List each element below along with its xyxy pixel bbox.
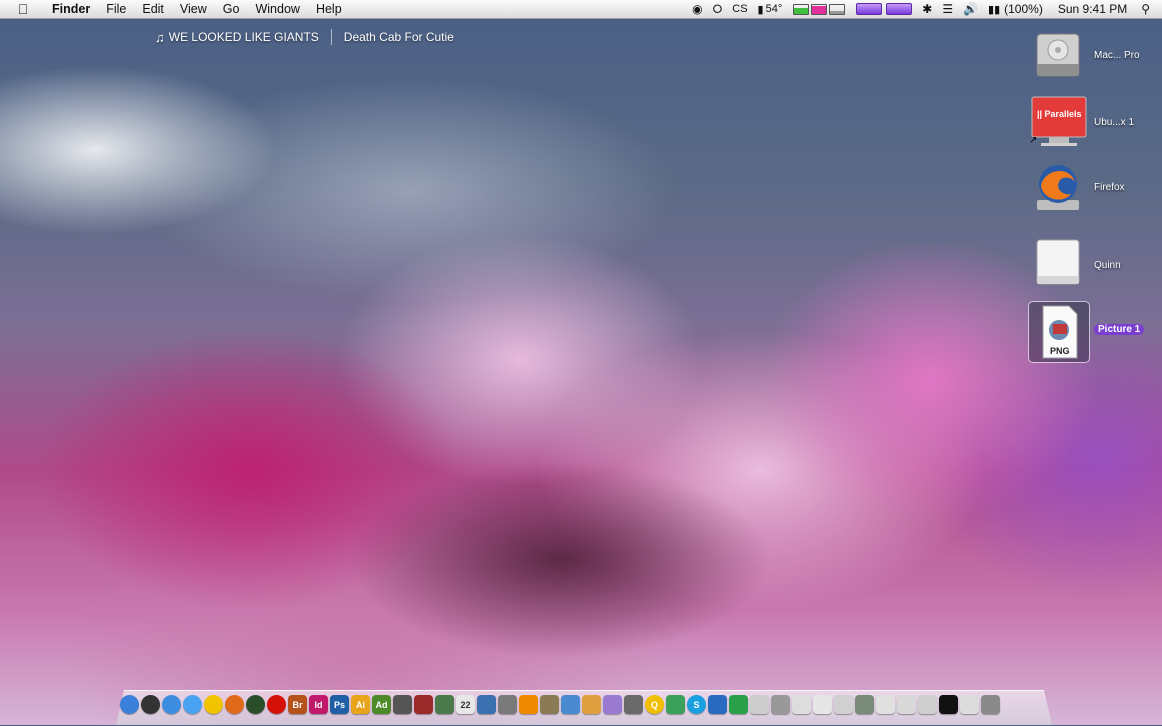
menu-finder[interactable]: Finder (44, 2, 98, 16)
menu-view[interactable]: View (172, 2, 215, 16)
menu-help[interactable]: Help (308, 2, 350, 16)
dock-safari-icon[interactable] (162, 695, 181, 714)
dock-minimized-5-icon[interactable] (876, 695, 895, 714)
cpu-meter[interactable] (787, 3, 851, 15)
music-note-icon: ♫ (155, 29, 165, 45)
dock-script-editor-icon[interactable] (498, 695, 517, 714)
status-area: ◉ ⭘ CS ▮ 54° ✱ ☰ 🔊 ▮▮ (100%) Sun 9:41 PM… (687, 0, 1162, 18)
memory-meter[interactable] (851, 3, 917, 15)
dock-app-32-icon[interactable] (771, 695, 790, 714)
dock-app-29-icon[interactable] (708, 695, 727, 714)
desktop-icon-firefox[interactable]: Firefox (1028, 160, 1158, 224)
dock-minimized-9-icon[interactable] (960, 695, 979, 714)
dock-adium-icon[interactable] (204, 695, 223, 714)
dock-app-31-icon[interactable] (750, 695, 769, 714)
lightning-icon[interactable]: ⭘ (708, 2, 728, 17)
parallels-icon: || Parallels ↗ (1029, 95, 1087, 149)
cs-status[interactable]: CS (727, 3, 752, 15)
desktop-icon-label: Quinn (1094, 260, 1121, 271)
parallels-logo-text: || Parallels (1037, 109, 1082, 119)
dock-itunes-icon[interactable] (183, 695, 202, 714)
dock-icons: Br Id Ps Ai Ad 22 Q S (120, 695, 1000, 717)
desktop-icon-label: Mac... Pro (1094, 50, 1140, 61)
dock-quicksilver-icon[interactable]: Q (645, 695, 664, 714)
artist-name: Death Cab For Cutie (343, 30, 454, 44)
dock-trash-icon[interactable] (981, 695, 1000, 714)
dock-app-30-icon[interactable] (729, 695, 748, 714)
apple-menu-icon[interactable]:  (14, 1, 32, 17)
now-playing: ♫ WE LOOKED LIKE GIANTS Death Cab For Cu… (155, 29, 454, 45)
dock-lastfm-icon[interactable] (267, 695, 286, 714)
desktop-icon-picture-1[interactable]: PNG Picture 1 (1028, 301, 1158, 366)
dock-bridge-icon[interactable]: Br (288, 695, 307, 714)
dock-camino-icon[interactable] (246, 695, 265, 714)
battery-status[interactable]: ▮▮ (100%) (983, 2, 1048, 16)
temperature-value: 54° (765, 3, 783, 15)
menu-bar:  Finder File Edit View Go Window Help ◉… (0, 0, 1162, 19)
dock-minimized-4-icon[interactable] (855, 695, 874, 714)
battery-icon: ▮▮ (988, 3, 1001, 16)
dock-indesign-icon[interactable]: Id (309, 695, 328, 714)
meter-gray-icon (829, 3, 846, 15)
memory-bar-icon (856, 3, 883, 15)
external-drive-icon (1031, 238, 1085, 292)
dock-dreamweaver-icon[interactable]: Ad (372, 695, 391, 714)
desktop-icon-label: Picture 1 (1094, 324, 1145, 335)
dock-app-27-icon[interactable] (666, 695, 685, 714)
dock-mail-icon[interactable] (477, 695, 496, 714)
desktop-icon-quinn[interactable]: Quinn (1028, 238, 1158, 302)
dock-minimized-7-icon[interactable] (918, 695, 937, 714)
dock-ical-icon[interactable]: 22 (456, 695, 475, 714)
dock-app-24-icon[interactable] (603, 695, 622, 714)
dock-minimized-3-icon[interactable] (834, 695, 853, 714)
meter-green-icon (793, 3, 810, 15)
hard-drive-icon (1031, 28, 1085, 82)
dock-textmate-icon[interactable] (414, 695, 433, 714)
dock-minimized-8-icon[interactable] (939, 695, 958, 714)
dock-dashboard-icon[interactable] (141, 695, 160, 714)
battery-percent: (100%) (1004, 2, 1043, 16)
desktop-icon-label: Ubu...x 1 (1094, 117, 1135, 128)
dock-minimized-6-icon[interactable] (897, 695, 916, 714)
dock-finder-icon[interactable] (120, 695, 139, 714)
dock-skype-icon[interactable]: S (687, 695, 706, 714)
menu-window[interactable]: Window (247, 2, 307, 16)
desktop-icon-parallels-vm[interactable]: || Parallels ↗ Ubu...x 1 (1028, 95, 1158, 159)
menu-file[interactable]: File (98, 2, 134, 16)
song-title: WE LOOKED LIKE GIANTS (168, 30, 319, 44)
alias-arrow-icon: ↗ (1029, 135, 1038, 146)
png-file-icon: PNG (1028, 301, 1090, 363)
spotlight-search-icon[interactable]: ⚲ (1137, 2, 1162, 16)
dock-app-22-icon[interactable] (561, 695, 580, 714)
desktop-icon-label: Firefox (1094, 182, 1125, 193)
dock-preview-icon[interactable] (435, 695, 454, 714)
menu-go[interactable]: Go (215, 2, 248, 16)
temperature-reading[interactable]: ▮ 54° (753, 3, 788, 16)
dock-aperture-icon[interactable] (393, 695, 412, 714)
dock-illustrator-icon[interactable]: Ai (351, 695, 370, 714)
dock-minimized-2-icon[interactable] (813, 695, 832, 714)
dock-utility-icon[interactable] (540, 695, 559, 714)
dock-minimized-1-icon[interactable] (792, 695, 811, 714)
volume-icon[interactable]: 🔊 (958, 2, 983, 16)
network-bar-icon (886, 3, 913, 15)
thermometer-icon: ▮ (757, 3, 764, 16)
wifi-icon[interactable]: ☰ (937, 2, 958, 16)
menu-edit[interactable]: Edit (134, 2, 172, 16)
firefox-icon (1031, 160, 1085, 214)
dock-app-23-icon[interactable] (582, 695, 601, 714)
desktop-icon-macintosh-hd[interactable]: Mac... Pro (1028, 28, 1158, 92)
dock-vlc-icon[interactable] (519, 695, 538, 714)
bluetooth-icon[interactable]: ✱ (917, 2, 937, 16)
clock[interactable]: Sun 9:41 PM (1048, 2, 1137, 16)
dock-app-25-icon[interactable] (624, 695, 643, 714)
dock-photoshop-icon[interactable]: Ps (330, 695, 349, 714)
divider (330, 29, 332, 45)
meter-pink-icon (811, 3, 828, 15)
png-label: PNG (1050, 346, 1070, 356)
mask-icon[interactable]: ◉ (687, 2, 707, 16)
dock-firefox-icon[interactable] (225, 695, 244, 714)
